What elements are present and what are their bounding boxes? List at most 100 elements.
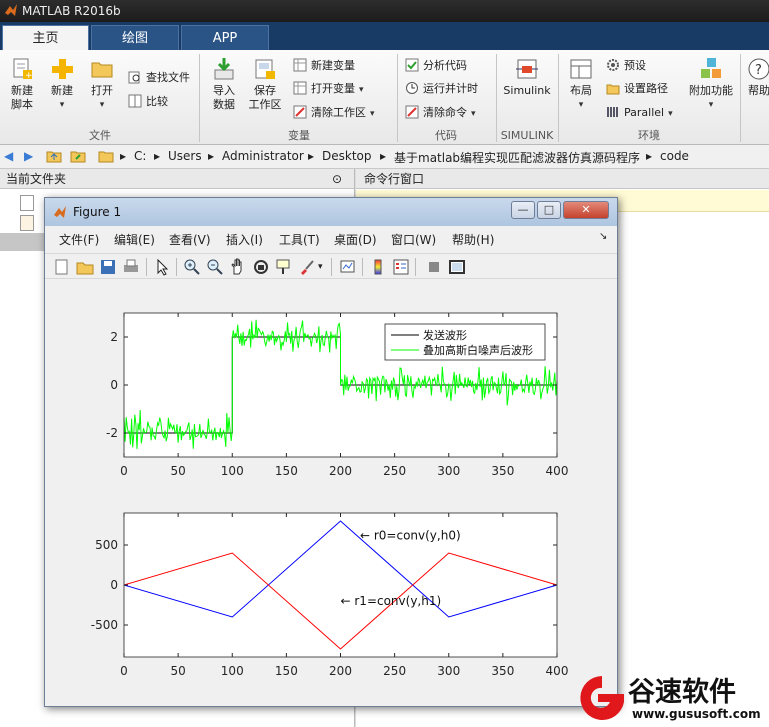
address-bar: ◀ ▶ ▸ C: ▸ Users ▸ Administrator ▸ Deskt…: [0, 145, 769, 169]
save-workspace-button[interactable]: 保存 工作区: [246, 56, 284, 112]
up-folder-icon[interactable]: [46, 149, 62, 166]
breadcrumb-item[interactable]: 基于matlab编程实现匹配滤波器仿真源码程序: [394, 149, 640, 166]
analyze-code-button[interactable]: 分析代码: [405, 56, 467, 76]
legend-entry: 叠加高斯白噪声后波形: [423, 343, 533, 357]
browse-folder-icon[interactable]: [70, 149, 86, 166]
x-tick-label: 350: [491, 464, 514, 478]
back-arrow-icon[interactable]: ◀: [4, 149, 13, 163]
ribbon-tab-bar: 主页 绘图 APP: [0, 22, 769, 50]
breadcrumb-item[interactable]: Users: [168, 149, 202, 163]
panel-menu-icon[interactable]: ⊙: [332, 169, 342, 189]
clear-commands-icon: [405, 105, 419, 119]
x-tick-label: 0: [120, 464, 128, 478]
open-icon[interactable]: [76, 258, 94, 276]
new-figure-icon[interactable]: [53, 258, 71, 276]
pan-icon[interactable]: [229, 258, 247, 276]
run-and-time-icon: [406, 82, 418, 94]
open-button[interactable]: 打开 ▾: [84, 56, 120, 112]
x-tick-label: 50: [170, 664, 185, 678]
tab-apps[interactable]: APP: [181, 25, 269, 50]
parallel-button[interactable]: Parallel ▾: [606, 103, 673, 123]
tab-home[interactable]: 主页: [2, 25, 89, 50]
zoom-out-icon[interactable]: [206, 258, 224, 276]
window-title: MATLAB R2016b: [22, 4, 121, 18]
x-tick-label: 250: [383, 464, 406, 478]
plot-annotation: ← r0=conv(y,h0): [360, 528, 461, 542]
menu-desktop[interactable]: 桌面(D): [334, 231, 377, 248]
menu-view[interactable]: 查看(V): [169, 231, 211, 248]
y-tick-label: -500: [91, 618, 118, 632]
gear-icon: [607, 59, 619, 71]
open-variable-button[interactable]: 打开变量 ▾: [293, 79, 364, 99]
toolbar-divider: [176, 258, 177, 276]
axes-top[interactable]: 0 50 100 150 200 250 300 350 400 -2 0 2 发送波形叠加高斯白噪声后…: [106, 312, 568, 478]
maximize-button[interactable]: □: [537, 201, 561, 219]
file-icon[interactable]: [20, 195, 34, 211]
run-and-time-button[interactable]: 运行并计时: [405, 79, 478, 99]
window-titlebar: MATLAB R2016b: [0, 0, 769, 22]
legend-icon[interactable]: [392, 258, 410, 276]
dock-arrow-icon[interactable]: ↘: [599, 231, 607, 242]
selected-file-row[interactable]: [0, 233, 44, 251]
breadcrumb-separator: ▸: [208, 149, 215, 163]
ribbon-divider: [199, 54, 200, 142]
print-icon[interactable]: [122, 258, 140, 276]
colorbar-icon[interactable]: [369, 258, 387, 276]
menu-window[interactable]: 窗口(W): [391, 231, 436, 248]
toolbar-divider: [146, 258, 147, 276]
save-workspace-label: 保存 工作区: [248, 84, 282, 111]
breadcrumb-item[interactable]: code: [660, 149, 689, 163]
brush-icon[interactable]: [298, 258, 316, 276]
rotate-icon[interactable]: [252, 258, 270, 276]
menu-edit[interactable]: 编辑(E): [114, 231, 155, 248]
find-files-button[interactable]: 查找文件: [128, 68, 190, 88]
tab-plots[interactable]: 绘图: [91, 25, 179, 50]
forward-arrow-icon[interactable]: ▶: [24, 149, 33, 163]
simulink-button[interactable]: Simulink: [501, 56, 553, 98]
show-plot-tools-icon[interactable]: [448, 258, 466, 276]
data-cursor-icon[interactable]: [275, 258, 293, 276]
hide-plot-tools-icon[interactable]: [425, 258, 443, 276]
new-button[interactable]: 新建 ▾: [44, 56, 80, 112]
new-variable-button[interactable]: 新建变量: [293, 56, 355, 76]
pointer-icon[interactable]: [153, 258, 171, 276]
axes-bottom[interactable]: 0 50 100 150 200 250 300 350 400 -500 0 500 ← r0=con…: [91, 512, 569, 678]
close-button[interactable]: ✕: [563, 201, 609, 219]
chevron-down-icon: ▾: [59, 100, 65, 110]
simulink-icon: [516, 59, 538, 79]
save-icon[interactable]: [99, 258, 117, 276]
breadcrumb-item[interactable]: C:: [134, 149, 146, 163]
clear-commands-button[interactable]: 清除命令 ▾: [405, 103, 476, 123]
menu-tools[interactable]: 工具(T): [279, 231, 320, 248]
layout-button[interactable]: 布局 ▾: [564, 56, 598, 112]
mfile-icon[interactable]: [20, 215, 34, 231]
help-button[interactable]: ? 帮助: [746, 56, 769, 98]
group-simulink-label: SIMULINK: [500, 129, 554, 142]
breadcrumb-item[interactable]: Desktop: [322, 149, 372, 163]
menu-file[interactable]: 文件(F): [59, 231, 99, 248]
layout-icon: [570, 59, 592, 79]
compare-button[interactable]: 比较: [128, 92, 168, 112]
clear-workspace-button[interactable]: 清除工作区 ▾: [293, 103, 375, 123]
breadcrumb-separator: ▸: [120, 149, 127, 163]
new-label: 新建: [51, 84, 73, 97]
ribbon-divider: [496, 54, 497, 142]
breadcrumb-item[interactable]: Administrator: [222, 149, 304, 163]
import-data-button[interactable]: 导入 数据: [206, 56, 242, 112]
help-icon: ?: [748, 58, 769, 80]
menu-help[interactable]: 帮助(H): [452, 231, 494, 248]
set-path-button[interactable]: 设置路径: [606, 79, 668, 99]
chevron-down-icon: ▾: [471, 109, 476, 119]
link-plot-icon[interactable]: [339, 258, 357, 276]
new-script-icon: +: [13, 58, 33, 81]
menu-insert[interactable]: 插入(I): [226, 231, 263, 248]
group-variable-label: 变量: [288, 129, 310, 142]
zoom-in-icon[interactable]: [183, 258, 201, 276]
new-script-button[interactable]: + 新建 脚本: [4, 56, 40, 112]
preferences-button[interactable]: 预设: [606, 56, 646, 76]
chevron-down-icon[interactable]: ▾: [318, 262, 323, 272]
addons-button[interactable]: 附加功能 ▾: [688, 56, 734, 112]
clear-workspace-icon: [293, 105, 307, 119]
minimize-button[interactable]: —: [511, 201, 535, 219]
watermark: 谷速软件 www.gususoft.com: [570, 668, 769, 727]
